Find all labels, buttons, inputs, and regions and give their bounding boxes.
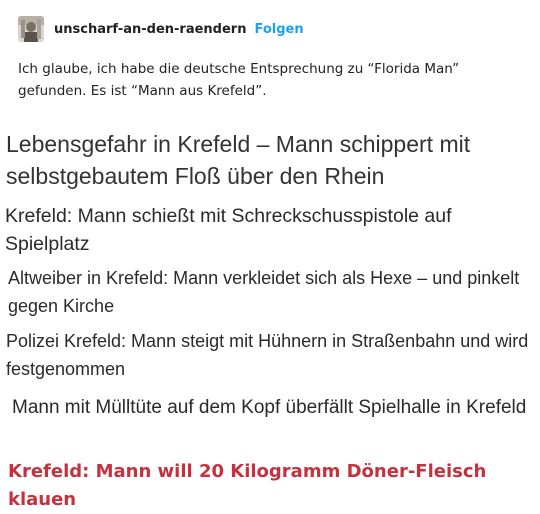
headline-5: Mann mit Mülltüte auf dem Kopf überfällt… — [12, 397, 527, 418]
post-header: unscharf-an-den-raendern Folgen — [18, 15, 304, 43]
username-link[interactable]: unscharf-an-den-raendern — [54, 22, 246, 37]
headline-6: Krefeld: Mann will 20 Kilogramm Döner-Fl… — [8, 461, 487, 510]
headline-2: Krefeld: Mann schießt mit Schreckschussp… — [5, 205, 452, 255]
headline-3: Altweiber in Krefeld: Mann verkleidet si… — [8, 268, 520, 316]
headline-1: Lebensgefahr in Krefeld – Mann schippert… — [6, 131, 471, 189]
avatar[interactable] — [18, 16, 44, 42]
avatar-image — [18, 16, 44, 42]
follow-button[interactable]: Folgen — [254, 22, 303, 37]
headline-4: Polizei Krefeld: Mann steigt mit Hühnern… — [6, 331, 529, 379]
post-caption: Ich glaube, ich habe die deutsche Entspr… — [18, 61, 460, 99]
